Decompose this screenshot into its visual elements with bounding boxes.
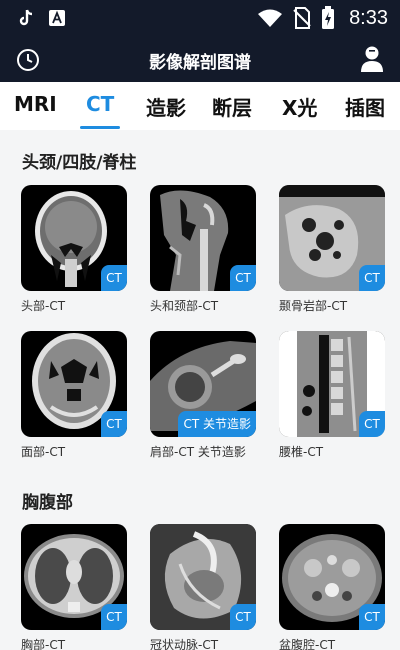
card-caption: 胸部-CT (21, 638, 66, 650)
tab-xray[interactable]: X光 (282, 92, 317, 121)
ct-thumbnail: CT (279, 331, 385, 437)
atlas-card-face-ct[interactable]: CT 面部-CT (21, 331, 127, 460)
tab-illustration[interactable]: 插图 (345, 92, 385, 121)
modality-badge: CT (359, 265, 385, 291)
atlas-card-chest-ct[interactable]: CT 胸部-CT (21, 524, 127, 650)
modality-badge: CT (230, 604, 256, 630)
atlas-card-lumbar-ct[interactable]: CT 腰椎-CT (279, 331, 385, 460)
ct-thumbnail: CT (279, 185, 385, 291)
atlas-card-pelvic-abdominal-ct[interactable]: CT 盆腹腔-CT (279, 524, 385, 650)
modality-badge: CT (359, 604, 385, 630)
card-caption: 肩部-CT 关节造影 (150, 445, 246, 459)
section-title-chest-abdomen: 胸腹部 (22, 493, 73, 513)
ct-thumbnail: CT (21, 524, 127, 630)
tab-tomography[interactable]: 断层 (212, 92, 252, 121)
ct-thumbnail: CT 关节造影 (150, 331, 256, 437)
card-caption: 头部-CT (21, 299, 66, 313)
battery-charging-icon (321, 6, 335, 30)
modality-badge: CT 关节造影 (178, 411, 256, 437)
ct-thumbnail: CT (21, 185, 127, 291)
modality-badge: CT (230, 265, 256, 291)
no-sim-icon (293, 7, 311, 29)
tab-mri[interactable]: MRI (14, 92, 57, 116)
atlas-card-coronary-ct[interactable]: CT 冠状动脉-CT (150, 524, 256, 650)
ct-thumbnail: CT (279, 524, 385, 630)
ct-thumbnail: CT (21, 331, 127, 437)
tab-contrast[interactable]: 造影 (146, 92, 186, 121)
ct-thumbnail: CT (150, 185, 256, 291)
status-time: 8:33 (349, 6, 388, 29)
card-caption: 腰椎-CT (279, 445, 324, 459)
card-caption: 颞骨岩部-CT (279, 299, 348, 313)
app-bar: 影像解剖图谱 (0, 38, 400, 82)
atlas-card-petrous-ct[interactable]: CT 颞骨岩部-CT (279, 185, 385, 314)
modality-badge: CT (359, 411, 385, 437)
modality-badge: CT (101, 265, 127, 291)
tab-ct[interactable]: CT (86, 92, 114, 116)
wifi-icon (257, 8, 283, 28)
atlas-content: 头颈/四肢/脊柱 CT 头部-CT CT 头和颈部-CT CT 颞骨岩部-CT … (0, 130, 400, 650)
category-tabs: MRI CT 造影 断层 X光 插图 (0, 82, 400, 130)
card-caption: 头和颈部-CT (150, 299, 219, 313)
active-tab-indicator (80, 126, 120, 129)
atlas-card-head-ct[interactable]: CT 头部-CT (21, 185, 127, 314)
atlas-card-head-neck-ct[interactable]: CT 头和颈部-CT (150, 185, 256, 314)
a-app-icon (48, 9, 66, 27)
status-bar: 8:33 (0, 0, 400, 38)
card-caption: 面部-CT (21, 445, 66, 459)
user-profile-icon[interactable] (360, 45, 384, 73)
modality-badge: CT (101, 411, 127, 437)
card-caption: 盆腹腔-CT (279, 638, 336, 650)
section-title-head-neck: 头颈/四肢/脊柱 (22, 153, 137, 173)
card-caption: 冠状动脉-CT (150, 638, 219, 650)
tiktok-icon (18, 9, 34, 27)
ct-thumbnail: CT (150, 524, 256, 630)
modality-badge: CT (101, 604, 127, 630)
atlas-card-shoulder-ct-arthrography[interactable]: CT 关节造影 肩部-CT 关节造影 (150, 331, 256, 460)
page-title: 影像解剖图谱 (149, 53, 251, 73)
